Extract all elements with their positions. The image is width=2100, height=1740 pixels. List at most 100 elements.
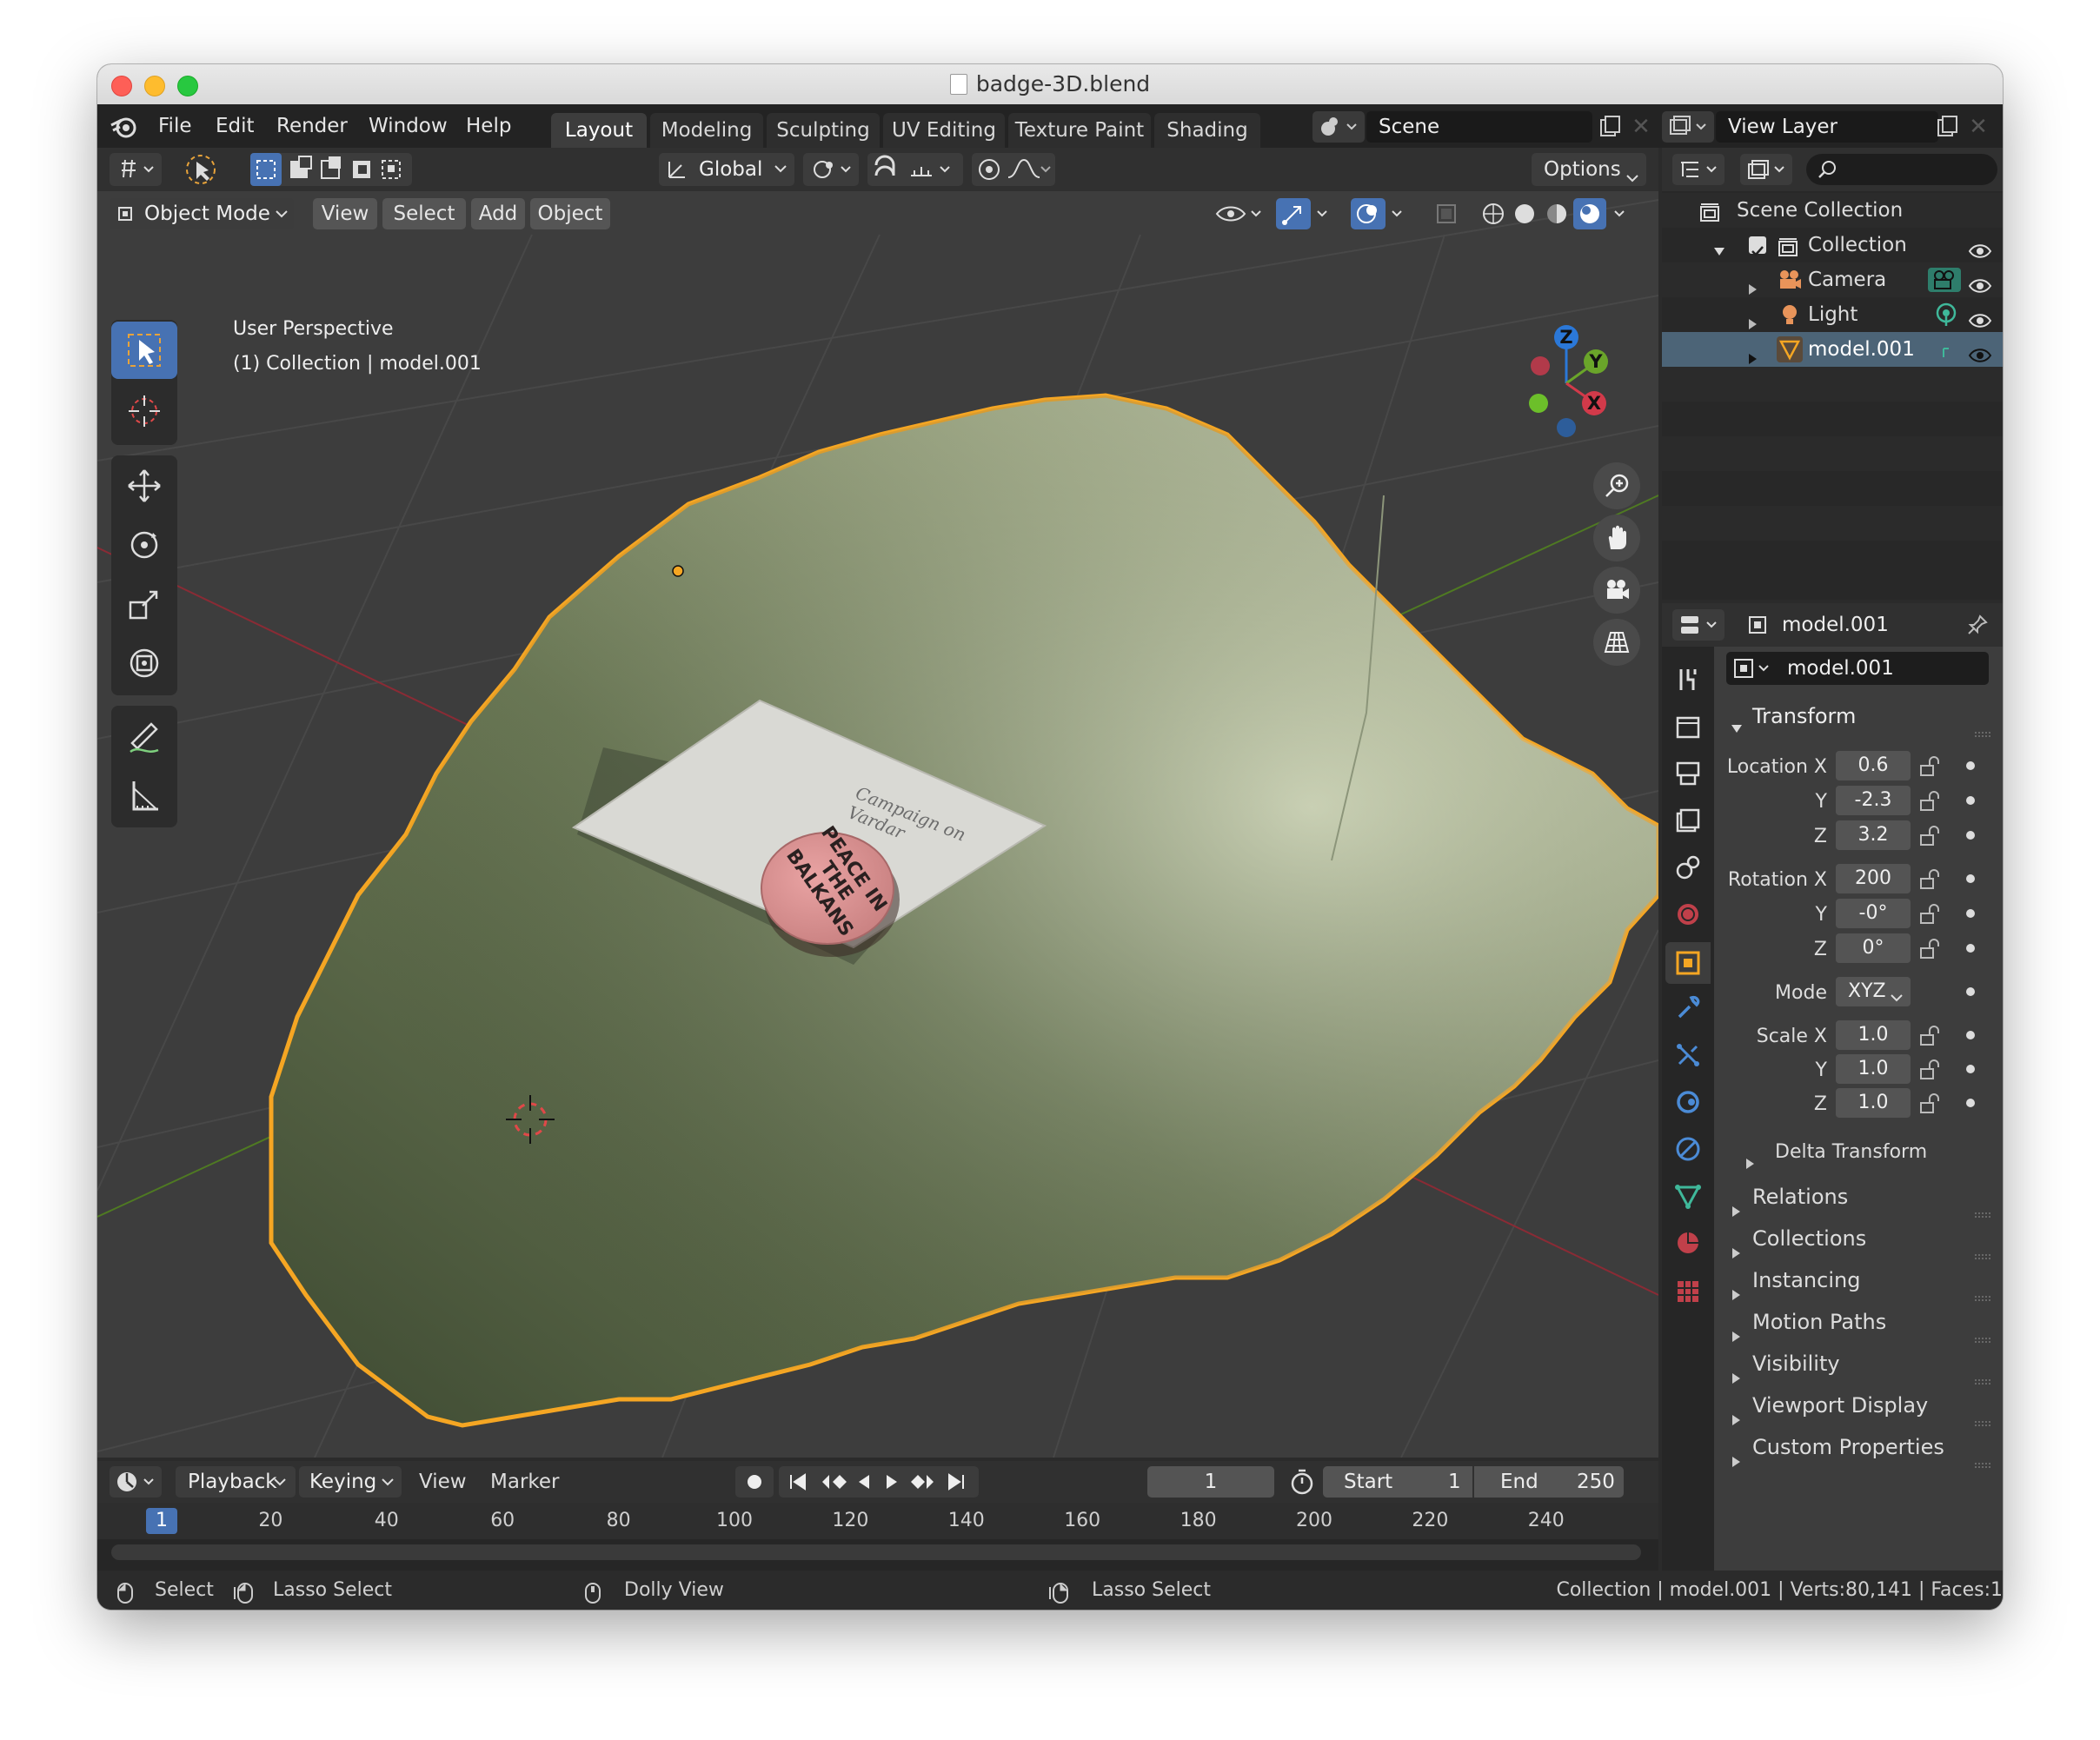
texture-properties-tab-icon[interactable] bbox=[1671, 1274, 1705, 1309]
gizmo-options-dropdown[interactable] bbox=[1312, 198, 1335, 229]
object-mode-dropdown[interactable]: Object Mode bbox=[110, 198, 294, 229]
keyframe-dot-icon[interactable] bbox=[1966, 796, 1975, 805]
shading-options-dropdown[interactable] bbox=[1610, 198, 1632, 229]
pan-hand-icon[interactable] bbox=[1593, 515, 1640, 561]
eye-icon[interactable] bbox=[1968, 271, 1992, 293]
display-mode-menu[interactable] bbox=[1740, 154, 1792, 185]
outliner-row-model[interactable]: model.001 bbox=[1662, 332, 2003, 367]
object-menu[interactable]: Object bbox=[530, 198, 610, 229]
rotation-x-field[interactable]: 200 bbox=[1836, 864, 1911, 893]
outliner-row-collection[interactable]: Collection bbox=[1662, 228, 2003, 262]
show-gizmo-toggle[interactable] bbox=[1276, 198, 1311, 229]
properties-editor-type-menu[interactable] bbox=[1672, 609, 1725, 641]
snapping-controls[interactable] bbox=[867, 153, 963, 186]
drag-handle-icon[interactable] bbox=[1975, 1359, 1992, 1385]
drag-handle-icon[interactable] bbox=[1975, 1318, 1992, 1343]
motion-paths-panel-header[interactable]: Motion Paths bbox=[1714, 1302, 2003, 1343]
3d-viewport[interactable]: Campaign on Vardar PEACE IN THE BALKANS bbox=[97, 148, 1658, 1458]
scene-selector-button[interactable] bbox=[1312, 111, 1365, 143]
delta-transform-subpanel[interactable]: Delta Transform bbox=[1714, 1133, 2003, 1172]
object-properties-tab-icon[interactable] bbox=[1665, 942, 1711, 984]
transform-panel-header[interactable]: Transform bbox=[1714, 697, 2003, 737]
rotation-mode-dropdown[interactable]: XYZ bbox=[1836, 977, 1911, 1006]
object-name-field[interactable]: model.001 bbox=[1726, 652, 1989, 685]
select-menu[interactable]: Select bbox=[382, 198, 466, 229]
add-menu[interactable]: Add bbox=[471, 198, 525, 229]
view-layer-name-field[interactable]: View Layer bbox=[1716, 111, 1938, 143]
location-x-field[interactable]: 0.6 bbox=[1836, 751, 1911, 780]
shading-mode-buttons[interactable] bbox=[1476, 198, 1606, 229]
start-frame-field[interactable]: Start 1 bbox=[1323, 1466, 1472, 1498]
delete-view-layer-icon[interactable]: ✕ bbox=[1963, 111, 1994, 143]
keyframe-dot-icon[interactable] bbox=[1966, 1065, 1975, 1073]
current-frame-field[interactable]: 1 bbox=[1147, 1466, 1274, 1498]
cursor-tool[interactable] bbox=[111, 382, 177, 440]
current-frame-marker[interactable]: 1 bbox=[146, 1508, 177, 1534]
end-frame-field[interactable]: End 250 bbox=[1474, 1466, 1624, 1498]
render-properties-tab-icon[interactable] bbox=[1671, 709, 1705, 744]
scale-tool[interactable] bbox=[111, 575, 177, 633]
show-overlays-toggle[interactable] bbox=[1351, 198, 1386, 229]
collections-panel-header[interactable]: Collections bbox=[1714, 1219, 2003, 1259]
instancing-panel-header[interactable]: Instancing bbox=[1714, 1260, 2003, 1301]
blender-logo-icon[interactable] bbox=[110, 113, 137, 141]
tab-sculpting[interactable]: Sculpting bbox=[767, 113, 880, 148]
constraints-properties-tab-icon[interactable] bbox=[1671, 1132, 1705, 1166]
annotate-tool[interactable] bbox=[111, 707, 177, 765]
particles-properties-tab-icon[interactable] bbox=[1671, 1038, 1705, 1073]
keyframe-dot-icon[interactable] bbox=[1966, 944, 1975, 953]
pin-icon[interactable] bbox=[1966, 614, 1989, 636]
drag-handle-icon[interactable] bbox=[1975, 1443, 1992, 1468]
modifier-properties-tab-icon[interactable] bbox=[1671, 991, 1705, 1026]
menu-window[interactable]: Window bbox=[369, 104, 448, 148]
data-properties-tab-icon[interactable] bbox=[1671, 1179, 1705, 1213]
outliner-row-light[interactable]: Light bbox=[1662, 297, 2003, 332]
outliner-editor-type-menu[interactable] bbox=[1672, 154, 1725, 185]
keyframe-dot-icon[interactable] bbox=[1966, 1031, 1975, 1039]
zoom-icon[interactable] bbox=[1593, 462, 1640, 509]
expand-arrow-right-icon[interactable] bbox=[1745, 308, 1759, 329]
camera-view-icon[interactable] bbox=[1593, 567, 1640, 614]
view-menu[interactable]: View bbox=[313, 198, 377, 229]
expand-arrow-right-icon[interactable] bbox=[1745, 342, 1759, 364]
lock-icon[interactable] bbox=[1919, 1059, 1942, 1080]
tab-uv-editing[interactable]: UV Editing bbox=[883, 113, 1005, 148]
delete-scene-icon[interactable]: ✕ bbox=[1625, 111, 1657, 143]
collection-checkbox[interactable] bbox=[1749, 236, 1766, 256]
scale-y-field[interactable]: 1.0 bbox=[1836, 1054, 1911, 1084]
ortho-grid-icon[interactable] bbox=[1593, 619, 1640, 666]
active-tool-icon[interactable] bbox=[181, 151, 221, 188]
options-dropdown[interactable]: Options bbox=[1532, 153, 1646, 186]
timeline-view-menu[interactable]: View bbox=[419, 1461, 467, 1503]
viewport-display-panel-header[interactable]: Viewport Display bbox=[1714, 1385, 2003, 1426]
selection-mode-buttons[interactable] bbox=[250, 153, 412, 186]
tab-texture-paint[interactable]: Texture Paint bbox=[1008, 113, 1151, 148]
visibility-selectability-dropdown[interactable] bbox=[1212, 198, 1269, 229]
new-view-layer-icon[interactable] bbox=[1931, 111, 1963, 143]
lock-icon[interactable] bbox=[1919, 756, 1942, 777]
playback-menu[interactable]: Playback bbox=[176, 1466, 296, 1498]
marker-menu[interactable]: Marker bbox=[490, 1461, 560, 1503]
light-data-icon[interactable] bbox=[1933, 302, 1959, 327]
lock-icon[interactable] bbox=[1919, 1093, 1942, 1114]
material-properties-tab-icon[interactable] bbox=[1671, 1225, 1705, 1260]
keyframe-dot-icon[interactable] bbox=[1966, 874, 1975, 883]
drag-handle-icon[interactable] bbox=[1975, 713, 1992, 737]
physics-properties-tab-icon[interactable] bbox=[1671, 1085, 1705, 1119]
timeline-scrollbar[interactable] bbox=[111, 1544, 1641, 1560]
camera-data-icon[interactable] bbox=[1928, 268, 1961, 292]
select-box-tool[interactable] bbox=[111, 322, 177, 379]
location-z-field[interactable]: 3.2 bbox=[1836, 820, 1911, 850]
move-tool[interactable] bbox=[111, 457, 177, 515]
rotation-y-field[interactable]: -0° bbox=[1836, 899, 1911, 928]
proportional-editing-controls[interactable] bbox=[972, 153, 1055, 186]
menu-edit[interactable]: Edit bbox=[216, 104, 255, 148]
output-properties-tab-icon[interactable] bbox=[1671, 756, 1705, 791]
scene-name-field[interactable]: Scene bbox=[1366, 111, 1592, 143]
lock-icon[interactable] bbox=[1919, 826, 1942, 847]
timeline-editor-type-menu[interactable] bbox=[110, 1466, 162, 1498]
expand-arrow-right-icon[interactable] bbox=[1745, 273, 1759, 295]
new-scene-icon[interactable] bbox=[1594, 111, 1625, 143]
lock-icon[interactable] bbox=[1919, 1026, 1942, 1046]
xray-toggle-icon[interactable] bbox=[1429, 198, 1464, 229]
